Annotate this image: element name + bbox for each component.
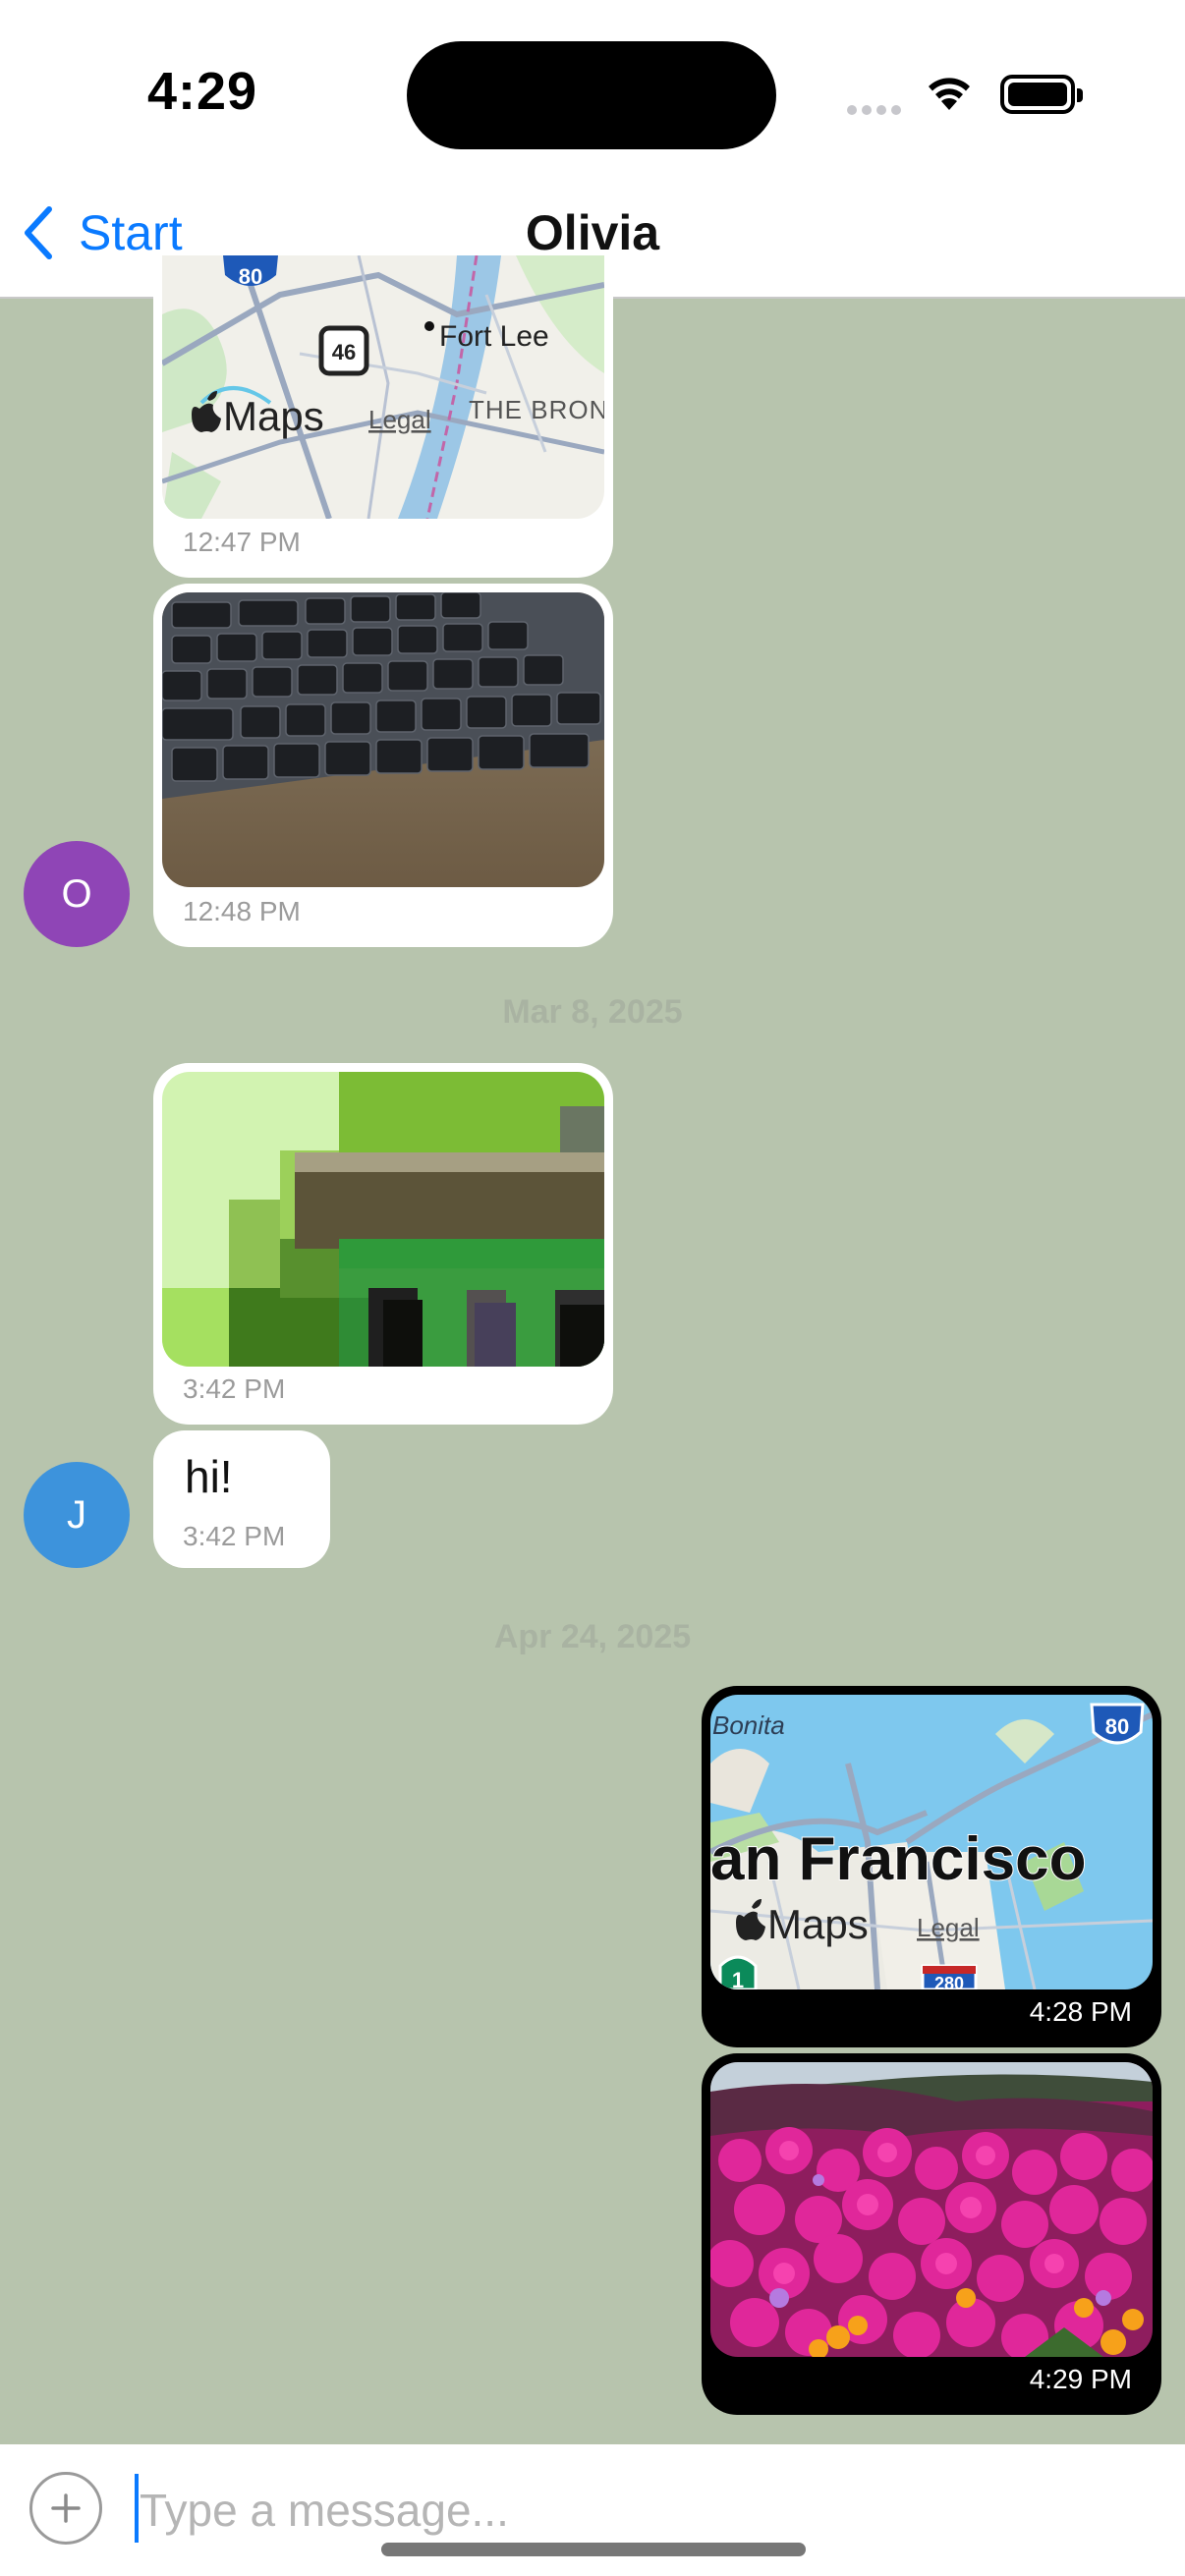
message-timestamp: 12:47 PM [183,527,301,557]
wifi-icon [929,78,970,110]
flower-photo[interactable] [710,2062,1153,2357]
dynamic-island [407,41,776,149]
avatar[interactable]: J [24,1462,130,1568]
battery-icon [1000,75,1083,114]
home-indicator [381,2543,806,2556]
svg-text:Maps: Maps [767,1901,869,1947]
status-bar: 4:29 [0,0,1185,187]
plus-icon [51,2493,81,2523]
map-message-bubble[interactable]: 80 46 Fort Lee THE BRON Maps Legal 12:47… [153,255,613,578]
svg-text:Legal: Legal [368,405,431,434]
date-separator: Apr 24, 2025 [493,1618,692,1655]
cellular-signal-icon [847,102,906,120]
svg-text:Fort Lee: Fort Lee [439,320,549,353]
keyboard-photo[interactable] [162,592,604,887]
pixel-photo[interactable] [162,1072,604,1367]
avatar[interactable]: O [24,841,130,947]
svg-text:THE BRON: THE BRON [469,395,604,424]
add-attachment-button[interactable] [29,2472,102,2545]
svg-text:280: 280 [934,1974,964,1989]
flower-image [710,2062,1153,2357]
svg-text:80: 80 [239,264,262,289]
svg-text:46: 46 [332,340,356,364]
svg-text:Maps: Maps [223,393,324,439]
photo-message-bubble[interactable]: 12:48 PM [153,584,613,947]
message-text: hi! [185,1451,233,1502]
svg-text:Bonita: Bonita [712,1710,785,1740]
message-timestamp: 3:42 PM [183,1373,286,1404]
photo-message-bubble[interactable]: 3:42 PM [153,1063,613,1425]
message-timestamp: 4:29 PM [1029,2364,1132,2394]
keyboard-image [162,592,604,887]
status-time: 4:29 [147,62,258,121]
message-input[interactable] [140,2476,1024,2545]
date-separator: Mar 8, 2025 [502,993,683,1031]
map-message-bubble[interactable]: Bonita 80 an Francisco Maps Legal 1 280 … [702,1686,1161,2047]
message-timestamp: 4:28 PM [1029,1996,1132,2027]
svg-text:80: 80 [1105,1714,1129,1739]
map-preview[interactable]: Bonita 80 an Francisco Maps Legal 1 280 [710,1695,1153,1989]
text-cursor [135,2474,139,2543]
pixel-image [162,1072,604,1367]
text-message-bubble[interactable]: hi! 3:42 PM [153,1430,330,1568]
map-preview[interactable]: 80 46 Fort Lee THE BRON Maps Legal [162,255,604,519]
svg-text:1: 1 [732,1968,744,1989]
map-image: 80 46 Fort Lee THE BRON Maps Legal [162,255,604,519]
photo-message-bubble[interactable]: 4:29 PM [702,2053,1161,2415]
message-timestamp: 3:42 PM [183,1521,286,1551]
page-title: Olivia [525,205,660,260]
svg-text:an Francisco: an Francisco [710,1825,1086,1893]
message-timestamp: 12:48 PM [183,896,301,926]
svg-text:Legal: Legal [917,1913,980,1942]
map-image: Bonita 80 an Francisco Maps Legal 1 280 [710,1695,1153,1989]
